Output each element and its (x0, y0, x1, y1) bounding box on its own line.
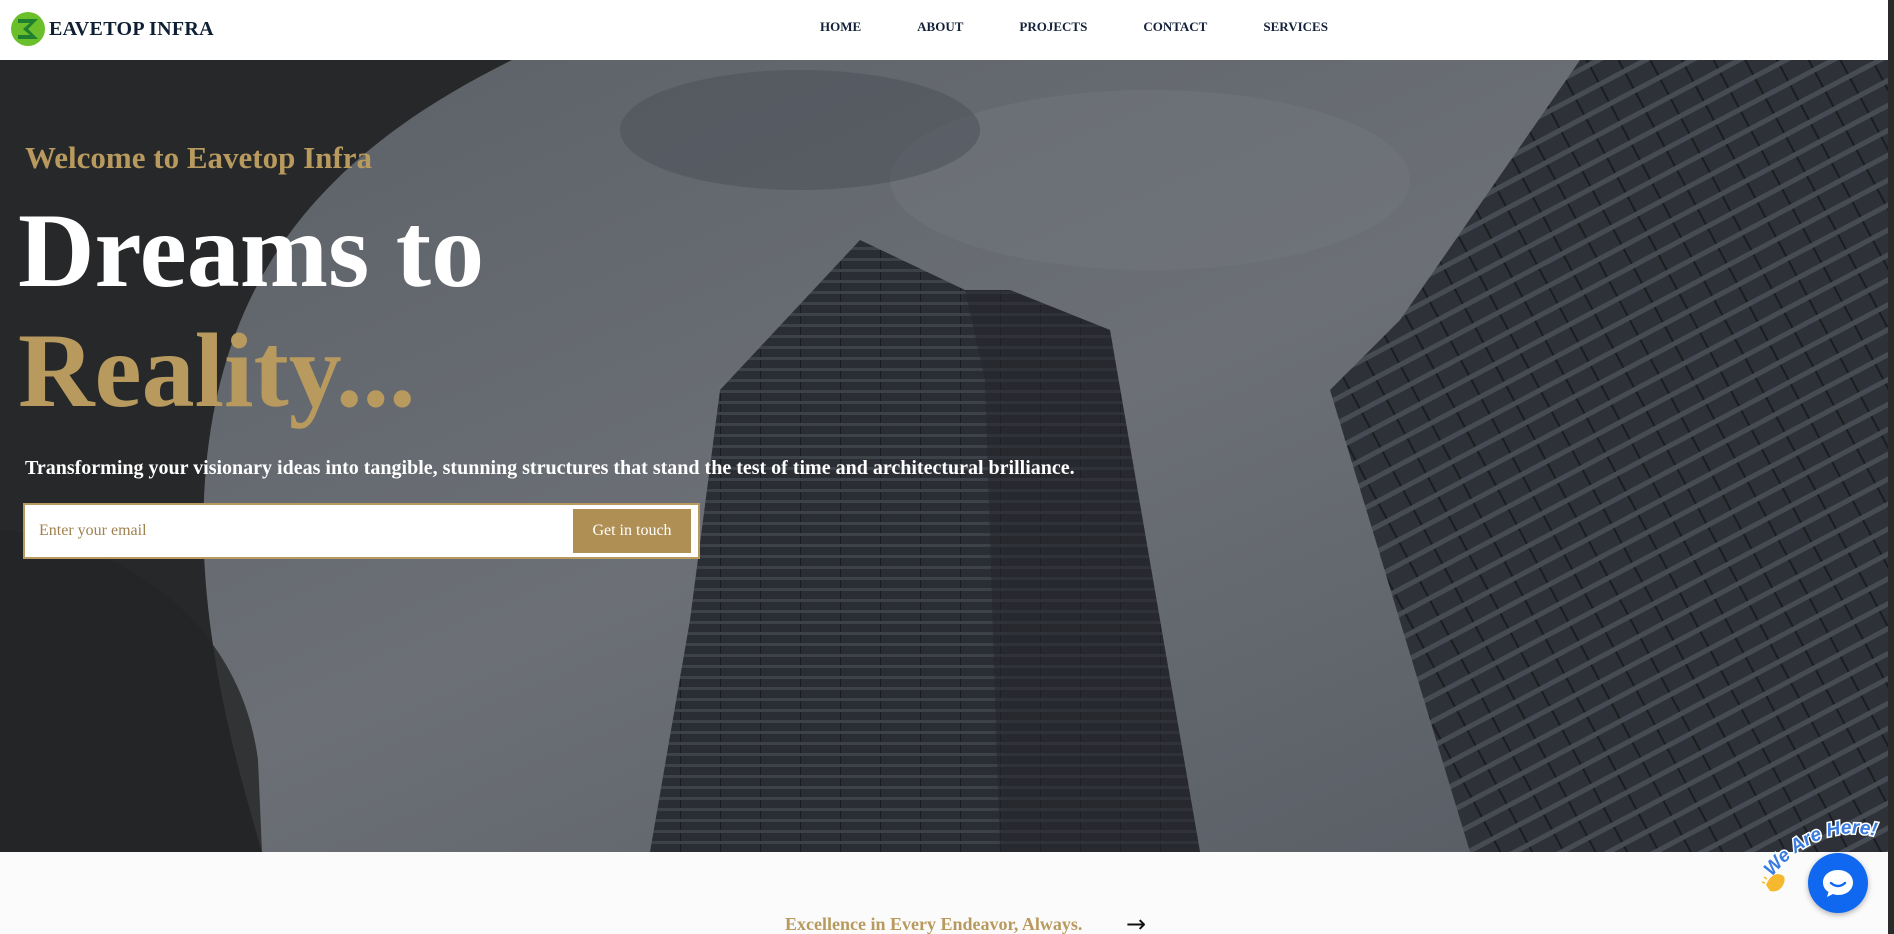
chat-open-button[interactable] (1808, 853, 1868, 913)
skyscraper-background-image (0, 60, 1888, 852)
nav-about-link[interactable]: ABOUT (917, 19, 963, 35)
nav-home-link[interactable]: HOME (820, 19, 861, 35)
waving-hand-icon (1762, 874, 1785, 892)
get-in-touch-button[interactable]: Get in touch (573, 509, 691, 553)
hero-tagline: Transforming your visionary ideas into t… (25, 457, 1075, 479)
main-nav: HOME ABOUT PROJECTS CONTACT SERVICES (800, 0, 1384, 54)
headline-dreams: Dreams to (18, 192, 485, 309)
excellence-tagline: Excellence in Every Endeavor, Always. (785, 914, 1083, 934)
email-signup-form: Get in touch (23, 503, 700, 559)
hero-section: Welcome to Eavetop Infra Dreams to Reali… (0, 60, 1888, 852)
chat-bubble-icon (1823, 870, 1853, 897)
nav-services-link[interactable]: SERVICES (1263, 19, 1328, 35)
brand-name: EAVETOP INFRA (49, 17, 214, 40)
lower-section: Excellence in Every Endeavor, Always. → (0, 852, 1888, 934)
brand[interactable]: EAVETOP INFRA (10, 10, 214, 48)
arrow-right-icon[interactable]: → (1126, 910, 1146, 934)
chat-widget: We Are Here! (1762, 815, 1882, 915)
welcome-heading: Welcome to Eavetop Infra (25, 140, 372, 175)
headline-reality: Reality... (18, 312, 416, 429)
top-navbar: EAVETOP INFRA HOME ABOUT PROJECTS CONTAC… (0, 0, 1894, 60)
nav-projects-link[interactable]: PROJECTS (1019, 19, 1087, 35)
eavetop-logo-icon (11, 12, 45, 46)
page-edge-strip (1888, 0, 1894, 934)
nav-contact-link[interactable]: CONTACT (1143, 19, 1207, 35)
email-input[interactable] (25, 505, 573, 557)
